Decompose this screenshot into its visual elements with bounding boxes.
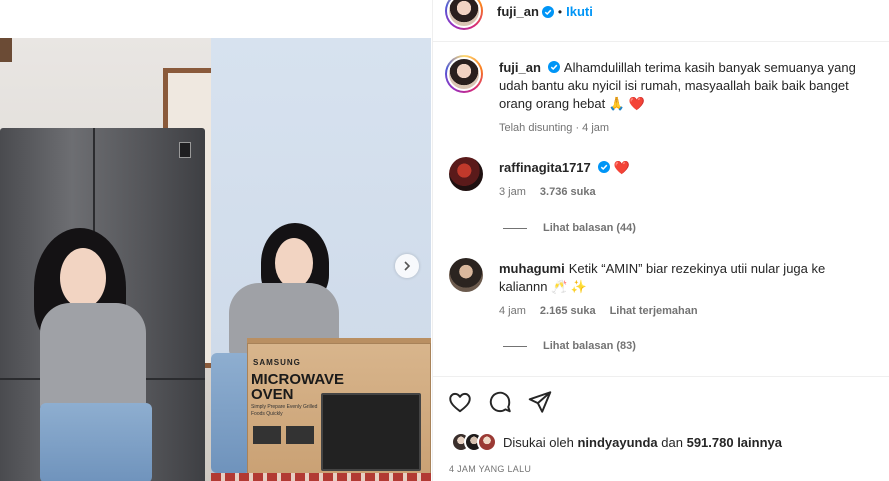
verified-icon — [541, 5, 554, 18]
post-header: fuji_an • Ikuti — [433, 0, 889, 30]
share-icon[interactable] — [527, 389, 553, 415]
post-media[interactable]: SAMSUNG MICROWAVE OVEN Simply Prepare Ev… — [0, 0, 431, 481]
likes-summary[interactable]: Disukai oleh nindyayunda dan 591.780 lai… — [451, 432, 782, 452]
chevron-right-icon — [404, 261, 411, 271]
verified-icon — [547, 61, 560, 73]
caption-emoji: 🙏 ❤️ — [608, 96, 645, 111]
box-oven-thumb — [286, 426, 314, 444]
post-side-panel: fuji_an • Ikuti fuji_an Alhamdulillah ter… — [432, 0, 889, 481]
likes-prefix: Disukai oleh — [503, 434, 574, 450]
box-subtitle: Simply Prepare Evenly Grilled Foods Quic… — [251, 404, 318, 417]
refrigerator-label — [179, 142, 191, 158]
comment: raffinagita1717 ❤️ — [499, 159, 879, 177]
translate-button[interactable]: Lihat terjemahan — [610, 305, 698, 317]
likes-middle: dan — [661, 434, 683, 450]
caption-meta: Telah disunting · 4 jam — [499, 122, 610, 134]
box-oven-thumb — [253, 426, 281, 444]
comment-time: 3 jam — [499, 186, 526, 198]
author-avatar[interactable] — [445, 0, 483, 30]
view-replies-button[interactable]: Lihat balasan (44) — [503, 222, 636, 234]
view-replies-label: Lihat balasan (83) — [543, 340, 636, 352]
comment: muhagumi Ketik “AMIN” biar rezekinya utii… — [499, 260, 869, 296]
comment-likes[interactable]: 3.736 suka — [540, 186, 596, 198]
box-brand: SAMSUNG — [253, 358, 301, 367]
actions-divider — [433, 376, 889, 377]
follow-button[interactable]: Ikuti — [566, 4, 593, 19]
person-face — [275, 238, 313, 288]
carousel-next-button[interactable] — [395, 254, 419, 278]
comment-meta: 3 jam 3.736 suka — [499, 186, 596, 198]
box-oven-image — [321, 393, 421, 471]
person-sweater — [40, 303, 146, 413]
heart-icon[interactable] — [447, 389, 473, 415]
carousel-photo-left — [0, 38, 211, 481]
caption-username[interactable]: fuji_an — [499, 60, 541, 75]
verified-icon — [597, 161, 610, 173]
comment-time: 4 jam — [499, 305, 526, 317]
replies-line — [503, 227, 527, 229]
liker-avatar — [477, 432, 497, 452]
view-replies-label: Lihat balasan (44) — [543, 222, 636, 234]
comment-icon[interactable] — [487, 389, 513, 415]
likes-text: Disukai oleh nindyayunda dan 591.780 lai… — [503, 435, 782, 450]
comment-avatar[interactable] — [449, 157, 483, 191]
person-face — [60, 248, 106, 308]
post-timestamp[interactable]: 4 JAM YANG LALU — [449, 464, 531, 474]
caption-avatar[interactable] — [445, 55, 483, 93]
person-jeans — [211, 353, 251, 473]
header-divider — [433, 41, 889, 42]
separator-dot: • — [557, 4, 563, 19]
likes-count[interactable]: 591.780 lainnya — [687, 435, 782, 450]
post-actions — [447, 389, 553, 415]
rug — [211, 473, 431, 481]
comment-username[interactable]: raffinagita1717 — [499, 160, 591, 175]
comment-username[interactable]: muhagumi — [499, 261, 565, 276]
author-username[interactable]: fuji_an — [497, 4, 539, 19]
comment-avatar[interactable] — [449, 258, 483, 292]
likes-user[interactable]: nindyayunda — [577, 435, 657, 450]
person-jeans — [40, 403, 152, 481]
view-replies-button[interactable]: Lihat balasan (83) — [503, 340, 636, 352]
comment-likes[interactable]: 2.165 suka — [540, 305, 596, 317]
comment-text: ❤️ — [613, 160, 630, 175]
caption: fuji_an Alhamdulillah terima kasih banyak… — [499, 59, 879, 113]
wall-shelf — [0, 38, 12, 62]
comment-meta: 4 jam 2.165 suka Lihat terjemahan — [499, 305, 698, 317]
header-user-row: fuji_an • Ikuti — [497, 4, 593, 19]
replies-line — [503, 345, 527, 347]
